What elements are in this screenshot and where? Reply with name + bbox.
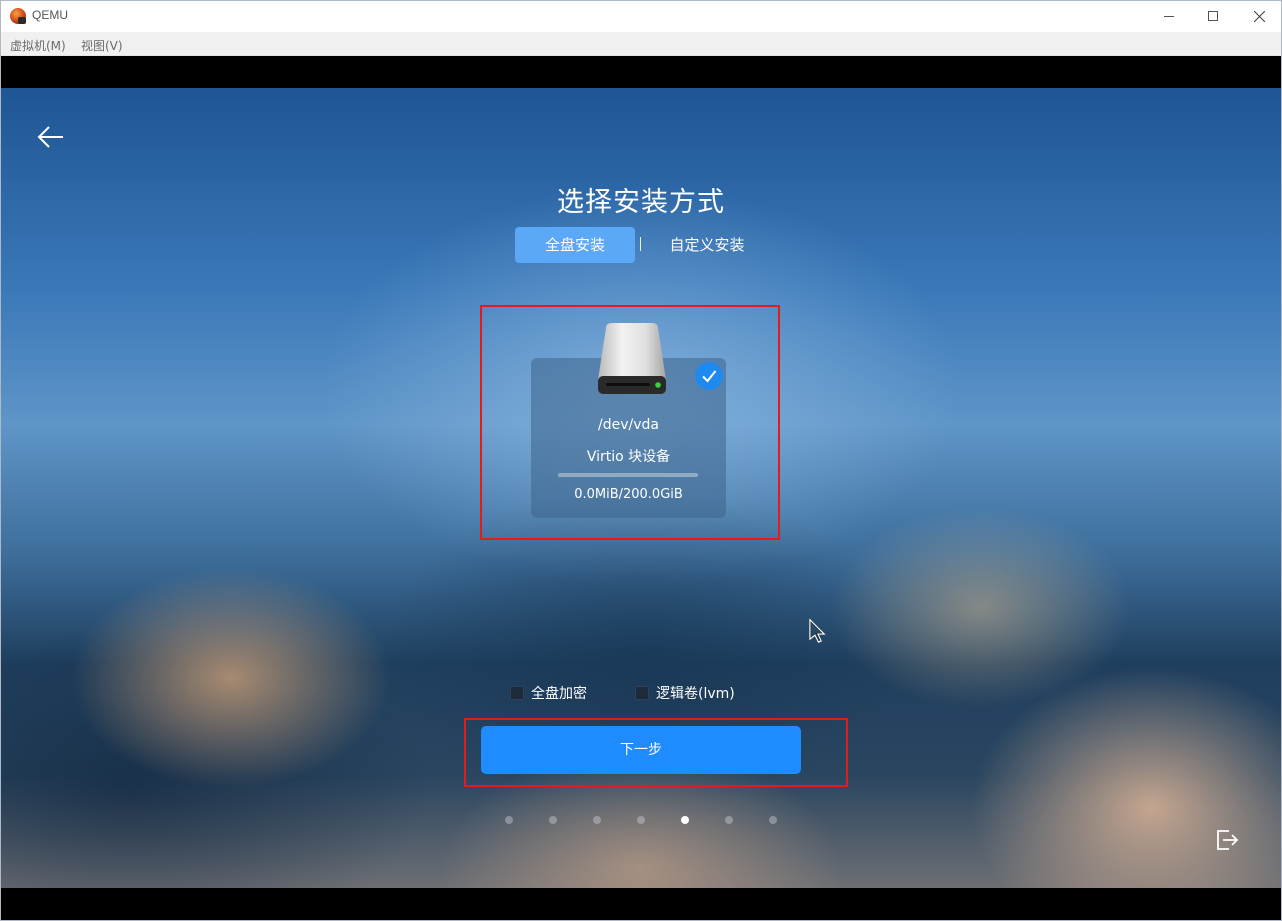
- lvm-label[interactable]: 逻辑卷(lvm): [656, 683, 735, 703]
- step-dot: [769, 816, 777, 824]
- tab-custom-install[interactable]: 自定义安装: [653, 227, 761, 263]
- lvm-checkbox[interactable]: [635, 686, 649, 700]
- maximize-icon: [1208, 11, 1218, 21]
- minimize-button[interactable]: [1146, 1, 1192, 32]
- qemu-app-icon: [10, 8, 26, 24]
- step-dot: [549, 816, 557, 824]
- guest-screen[interactable]: 选择安装方式 全盘安装 自定义安装 /dev/vda Virtio 块设备 0.…: [1, 88, 1281, 888]
- menu-bar: 虚拟机(M) 视图(V): [1, 32, 1281, 56]
- close-icon: [1253, 10, 1265, 22]
- step-dot: [725, 816, 733, 824]
- step-dot: [637, 816, 645, 824]
- next-button-highlight-outline: [464, 718, 848, 787]
- step-dot: [593, 816, 601, 824]
- window-title: QEMU: [32, 8, 68, 22]
- exit-install-icon[interactable]: [1214, 827, 1240, 853]
- mouse-cursor-icon: [809, 618, 826, 643]
- tab-full-disk-install[interactable]: 全盘安装: [515, 227, 635, 263]
- tab-divider: [640, 237, 641, 251]
- minimize-icon: [1164, 15, 1174, 17]
- menu-vm[interactable]: 虚拟机(M): [10, 37, 66, 54]
- full-disk-encryption-checkbox[interactable]: [510, 686, 524, 700]
- title-bar[interactable]: QEMU: [1, 1, 1281, 32]
- menu-view[interactable]: 视图(V): [81, 37, 123, 54]
- page-title: 选择安装方式: [557, 187, 725, 218]
- step-dot-current: [681, 816, 689, 824]
- back-arrow-icon[interactable]: [37, 125, 65, 149]
- step-dot: [505, 816, 513, 824]
- full-disk-encryption-label[interactable]: 全盘加密: [531, 683, 587, 703]
- letterbox-top: [1, 56, 1281, 88]
- letterbox-bottom: [1, 888, 1281, 920]
- close-button[interactable]: [1236, 1, 1282, 32]
- step-pager: [505, 816, 785, 826]
- disk-highlight-outline: [480, 305, 780, 540]
- maximize-button[interactable]: [1190, 1, 1236, 32]
